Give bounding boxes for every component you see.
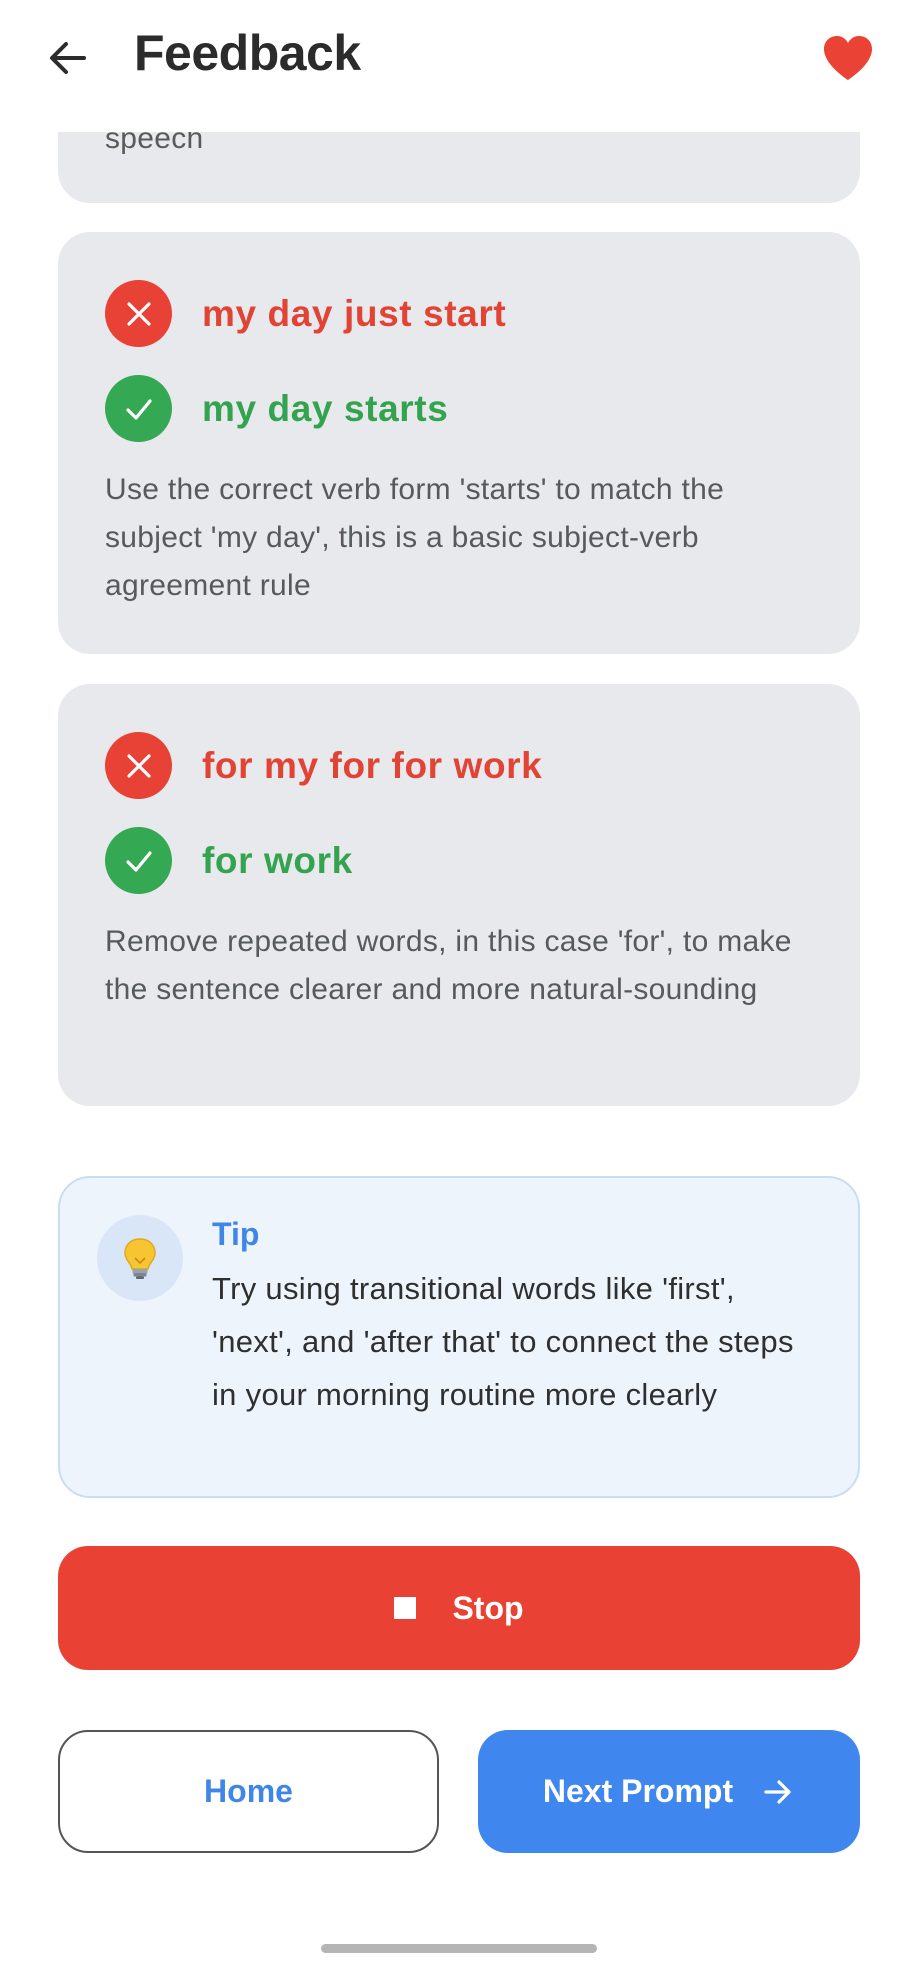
feedback-screen: speech my day just start my day starts U… — [0, 0, 918, 1966]
arrow-left-icon[interactable] — [40, 30, 96, 86]
incorrect-icon — [105, 732, 172, 799]
incorrect-phrase: for my for for work — [202, 744, 543, 786]
stop-label: Stop — [452, 1589, 524, 1626]
page-title: Feedback — [134, 25, 361, 81]
next-prompt-label: Next Prompt — [542, 1773, 734, 1809]
tip-text: Try using transitional words like 'first… — [212, 1271, 794, 1412]
heart-icon[interactable] — [818, 28, 878, 88]
tip-title: Tip — [212, 1216, 260, 1252]
correction-explanation: Use the correct verb form 'starts' to ma… — [105, 473, 725, 602]
incorrect-row: my day just start — [105, 280, 506, 347]
incorrect-row: for my for for work — [105, 732, 542, 799]
home-indicator-bar[interactable] — [321, 1944, 597, 1953]
incorrect-phrase: my day just start — [202, 292, 507, 334]
stop-button[interactable]: Stop — [58, 1546, 860, 1670]
correction-explanation: Remove repeated words, in this case 'for… — [105, 925, 792, 1006]
checkmark-icon — [105, 827, 172, 894]
next-prompt-button[interactable]: Next Prompt — [478, 1730, 860, 1853]
checkmark-icon — [105, 375, 172, 442]
incorrect-icon — [105, 280, 172, 347]
correct-row: for work — [105, 827, 353, 894]
home-label: Home — [204, 1773, 293, 1809]
stop-icon — [394, 1597, 417, 1619]
lightbulb-icon — [97, 1215, 183, 1301]
home-button[interactable]: Home — [58, 1730, 439, 1853]
correction-card: for my for for work for work Remove repe… — [58, 684, 860, 1106]
arrow-right-icon — [764, 1779, 791, 1804]
correction-card: my day just start my day starts Use the … — [58, 232, 860, 654]
tip-card: Tip Try using transitional words like 'f… — [58, 1176, 860, 1498]
correct-phrase: my day starts — [202, 387, 449, 429]
app-header: Feedback — [0, 0, 918, 132]
correct-row: my day starts — [105, 375, 448, 442]
correct-phrase: for work — [202, 839, 353, 881]
